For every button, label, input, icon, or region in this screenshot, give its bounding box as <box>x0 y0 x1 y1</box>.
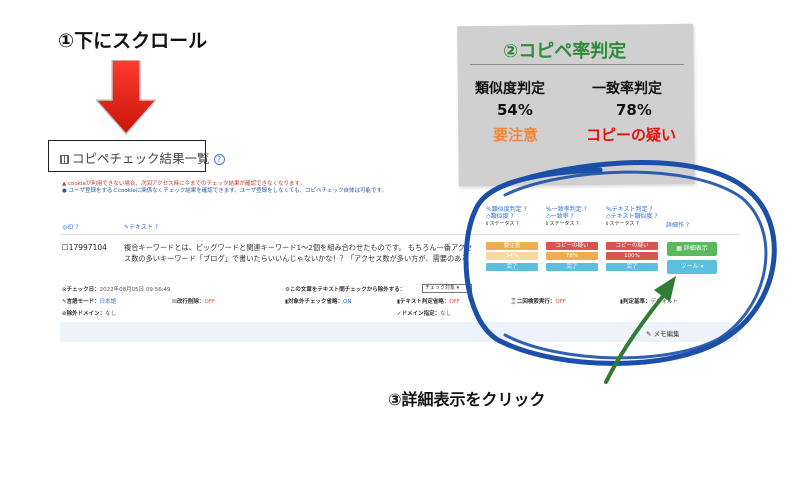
col-header-match: %一致率判定 ? ◇一致率 ? ℹ ステータス ? <box>546 206 587 227</box>
match-status-badge: コピーの疑い <box>546 242 598 250</box>
row-id-checkbox[interactable]: ☐17997104 <box>62 243 107 252</box>
col-header-similarity-title: %類似度判定 ? <box>486 206 527 213</box>
memo-edit-link[interactable]: ✎ メモ編集 <box>646 328 680 338</box>
text-judge-skip-label: ▮テキスト判定省略： <box>397 299 450 305</box>
domain-specify: ✓ドメイン指定：なし <box>397 309 451 317</box>
exclude-domain: ⊘除外ドメイン：なし <box>62 309 116 317</box>
domain-specify-value: なし <box>440 311 452 317</box>
col-header-match-status: ℹ ステータス ? <box>546 221 579 227</box>
scroll-down-arrow-icon <box>96 60 156 136</box>
twice-search: ⌛二回検索実行：OFF <box>510 297 566 305</box>
col-header-text-judge-sub: ◇テキスト類似度 ? <box>606 213 658 220</box>
similarity-judge-label: 類似度判定 <box>475 81 545 97</box>
language-mode: ✎言語モード：日本語 <box>62 297 116 305</box>
check-date-label: ⊙チェック日： <box>62 287 100 293</box>
panel-title-text: コピペチェック結果一覧 <box>72 151 210 166</box>
match-value-badge: 78% <box>546 252 598 260</box>
match-judge-label: 一致率判定 <box>592 81 662 97</box>
col-header-match-title: %一致率判定 ? <box>546 206 587 213</box>
text-judge-skip-value: OFF <box>449 299 461 305</box>
col-header-similarity-status: ℹ ステータス ? <box>486 221 519 227</box>
check-date: ⊙チェック日：2022年08月05日 09:56:49 <box>62 285 171 293</box>
language-mode-label: ✎言語モード： <box>62 299 100 305</box>
col-header-text-judge-title: %テキスト判定 ? <box>606 206 653 213</box>
line-break-delete-value: OFF <box>204 299 216 305</box>
check-date-value: 2022年08月05日 09:56:49 <box>99 287 171 293</box>
match-done-badge: 完了 <box>546 263 598 271</box>
similarity-value-badge: 54% <box>486 252 538 260</box>
similarity-done-badge: 完了 <box>486 263 538 271</box>
text-judge-value-badge: 100% <box>606 252 658 260</box>
grid-icon <box>60 155 69 164</box>
block-check-skip: ▮対象外チェック省略：ON <box>285 297 351 305</box>
text-judge-status-badge: コピーの疑い <box>606 242 658 250</box>
exclude-domain-label: ⊘除外ドメイン： <box>62 311 106 317</box>
exclude-domain-value: なし <box>105 311 117 317</box>
line-break-delete-label: ☒改行削除： <box>172 299 205 305</box>
step2-title: ②コピペ率判定 <box>503 41 627 62</box>
judge-criteria: ▮判定基準：デフォルト <box>620 297 678 305</box>
register-note: ● ユーザ登録をするとcookieに関係なくチェック結果を確認できます。ユーザ登… <box>62 188 387 194</box>
header-divider <box>60 234 740 235</box>
exclude-text-check-text: ⚙この文章をテキスト間チェックから除外する： <box>285 287 406 293</box>
similarity-status-badge: 要注意 <box>486 242 538 250</box>
block-check-skip-value: ON <box>343 299 352 305</box>
exclude-text-check-select[interactable]: チェック対象 ▾ <box>422 284 472 293</box>
text-judge-done-badge: 完了 <box>606 263 658 271</box>
judge-criteria-label: ▮判定基準： <box>620 299 651 305</box>
line-break-delete: ☒改行削除：OFF <box>172 297 215 305</box>
col-header-match-sub: ◇一致率 ? <box>546 213 574 220</box>
step3-annotation: ③詳細表示をクリック <box>388 390 546 409</box>
block-check-skip-label: ▮対象外チェック省略： <box>285 299 344 305</box>
row-footer-bar <box>60 322 738 342</box>
twice-search-label: ⌛二回検索実行： <box>510 299 556 305</box>
text-judge-skip: ▮テキスト判定省略：OFF <box>397 297 460 305</box>
judge-criteria-value: デフォルト <box>650 299 679 305</box>
step1-annotation: ①下にスクロール <box>58 30 208 52</box>
col-header-operation: 詳細作 ? <box>666 222 690 229</box>
match-judge-value: 78% <box>616 101 652 119</box>
col-header-id: ◎ID ? <box>62 224 79 231</box>
col-header-text: ✎テキスト ? <box>124 224 158 231</box>
exclude-text-check-label: ⚙この文章をテキスト間チェックから除外する： <box>285 285 405 293</box>
similarity-judge-status: 要注意 <box>493 126 539 144</box>
language-mode-value: 日本語 <box>99 299 117 305</box>
col-header-text-judge: %テキスト判定 ? ◇テキスト類似度 ? ℹ ステータス ? <box>606 206 658 227</box>
col-header-similarity: %類似度判定 ? ◇類似度 ? ℹ ステータス ? <box>486 206 527 227</box>
similarity-judge-value: 54% <box>497 101 533 119</box>
domain-specify-label: ✓ドメイン指定： <box>397 311 441 317</box>
tool-dropdown-button[interactable]: ツール ▾ <box>667 260 717 274</box>
row-text: 複合キーワードとは、ビッグワードと関連キーワード1〜2個を組み合わせたものです。… <box>124 243 473 266</box>
help-icon[interactable]: ? <box>213 154 225 165</box>
detail-view-button[interactable]: ▦ 詳細表示 <box>667 242 717 256</box>
match-judge-status: コピーの疑い <box>586 126 677 144</box>
sticky-divider <box>470 64 684 65</box>
twice-search-value: OFF <box>555 299 567 305</box>
panel-title: コピペチェック結果一覧 ? <box>60 148 225 167</box>
col-header-similarity-sub: ◇類似度 ? <box>486 213 514 220</box>
col-header-text-judge-status: ℹ ステータス ? <box>606 221 639 227</box>
